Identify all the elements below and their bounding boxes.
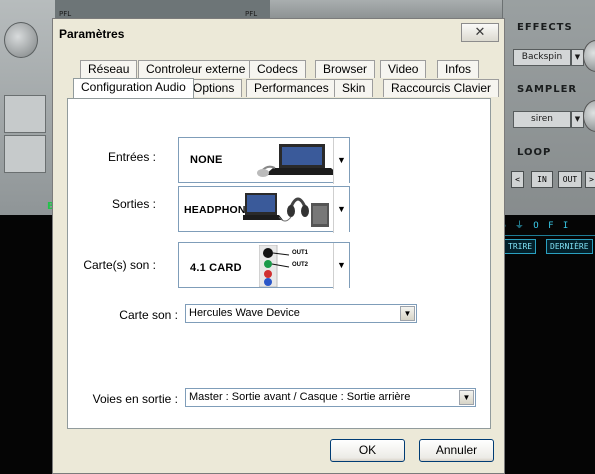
laptop-microphone-icon [257, 144, 344, 177]
inputs-value: NONE [190, 154, 223, 166]
audio-config-panel: Entrées : NONE ▼ Sorties : HEADPHONES ▼ … [67, 98, 491, 429]
loop-label: LOOP [517, 147, 552, 158]
effects-label: EFFECTS [517, 22, 573, 33]
pfl-right-label: PFL [245, 10, 258, 18]
tab-infos[interactable]: Infos [437, 60, 480, 78]
bg-tab-trire[interactable]: TRIRE [504, 239, 537, 254]
sampler-arrow-icon[interactable]: ▼ [571, 111, 584, 128]
tab-reseau[interactable]: Réseau [80, 60, 138, 78]
chevron-down-icon: ▼ [462, 393, 471, 402]
laptop-headphones-icon [243, 193, 329, 227]
outputs-dropdown-button[interactable]: ▼ [333, 187, 349, 233]
pfl-left-label: PFL [59, 10, 72, 18]
tab-controleur-externe[interactable]: Controleur externe [138, 60, 254, 78]
effects-value: Backspin [521, 52, 563, 62]
loop-out-button[interactable]: OUT [558, 171, 582, 188]
effects-arrow-icon[interactable]: ▼ [571, 49, 584, 66]
outputs-label: Sorties : [111, 197, 156, 211]
sampler-value: siren [531, 114, 553, 124]
bg-knob [4, 22, 38, 58]
card-selector[interactable]: 4.1 CARD OUT1 OUT2 ▼ [178, 242, 350, 289]
soundcard-dropdown-button[interactable]: ▼ [400, 306, 415, 321]
dialog-title: Paramètres [59, 27, 125, 41]
chevron-down-icon: ▼ [337, 260, 346, 270]
cancel-button[interactable]: Annuler [419, 439, 494, 462]
card-out2-label: OUT2 [292, 262, 309, 268]
inputs-label: Entrées : [107, 150, 156, 164]
inputs-selector[interactable]: NONE ▼ [178, 137, 350, 184]
chevron-down-icon: ▼ [403, 309, 412, 318]
close-icon: ✕ [474, 24, 486, 39]
loop-in-button[interactable]: IN [531, 171, 553, 188]
card-value: 4.1 CARD [190, 262, 242, 274]
bg-teal-icons: ◉ ⏚ O F I [500, 221, 571, 231]
channels-select[interactable]: Master : Sortie avant / Casque : Sortie … [185, 388, 476, 407]
tab-video[interactable]: Video [380, 60, 427, 78]
bg-left-deck [0, 0, 56, 215]
bg-tab-derniere[interactable]: DERNIÈRE [546, 239, 593, 254]
outputs-selector[interactable]: HEADPHONES ▼ [178, 186, 350, 233]
loop-prev-button[interactable]: < [511, 171, 524, 188]
tab-configuration-audio[interactable]: Configuration Audio [73, 78, 194, 98]
sampler-combo[interactable]: siren ▼ [513, 111, 584, 128]
soundcard-value: Hercules Wave Device [189, 307, 300, 319]
close-button[interactable]: ✕ [461, 23, 499, 42]
tab-raccourcis-clavier[interactable]: Raccourcis Clavier [383, 79, 500, 97]
channels-value: Master : Sortie avant / Casque : Sortie … [189, 391, 411, 403]
sampler-label: SAMPLER [517, 84, 578, 95]
ok-button[interactable]: OK [330, 439, 405, 462]
bg-top-strip: PFL PFL [55, 0, 270, 18]
tab-browser[interactable]: Browser [315, 60, 376, 78]
channels-dropdown-button[interactable]: ▼ [459, 390, 474, 405]
channels-label: Voies en sortie : [92, 392, 178, 406]
chevron-down-icon: ▼ [337, 155, 346, 165]
effects-combo[interactable]: Backspin ▼ [513, 49, 584, 66]
tab-performances[interactable]: Performances [246, 79, 337, 97]
bg-right-top [270, 0, 510, 18]
soundcard-label: Carte son : [119, 308, 178, 322]
bg-teal-line [500, 235, 595, 236]
bg-slot [4, 135, 46, 173]
dialog-titlebar[interactable]: Paramètres ✕ [53, 19, 504, 48]
tab-skin[interactable]: Skin [334, 79, 374, 97]
soundcard-select[interactable]: Hercules Wave Device ▼ [185, 304, 417, 323]
card-out1-label: OUT1 [292, 250, 309, 256]
card-dropdown-button[interactable]: ▼ [333, 243, 349, 289]
inputs-dropdown-button[interactable]: ▼ [333, 138, 349, 184]
tab-codecs[interactable]: Codecs [249, 60, 306, 78]
chevron-down-icon: ▼ [337, 204, 346, 214]
card-label: Carte(s) son : [83, 258, 156, 272]
bg-slot [4, 95, 46, 133]
settings-dialog: Paramètres ✕ Réseau Controleur externe C… [52, 18, 505, 474]
loop-next-button[interactable]: > [585, 171, 595, 188]
